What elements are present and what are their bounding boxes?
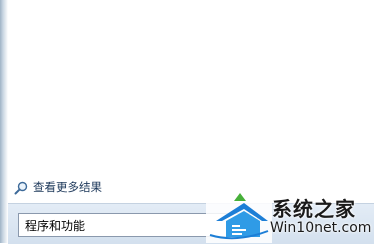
site-watermark: 系统之家 Win10net.com	[206, 191, 374, 243]
start-menu: 查看更多结果 系统之家 Win10net.com	[0, 0, 374, 244]
see-more-results-link[interactable]: 查看更多结果	[14, 179, 102, 195]
see-more-results-label: 查看更多结果	[33, 180, 102, 194]
left-border	[0, 0, 8, 243]
magnifier-icon	[14, 180, 28, 195]
house-logo-icon	[206, 193, 272, 243]
watermark-url: Win10net.com	[270, 220, 372, 236]
watermark-title: 系统之家	[272, 197, 356, 221]
